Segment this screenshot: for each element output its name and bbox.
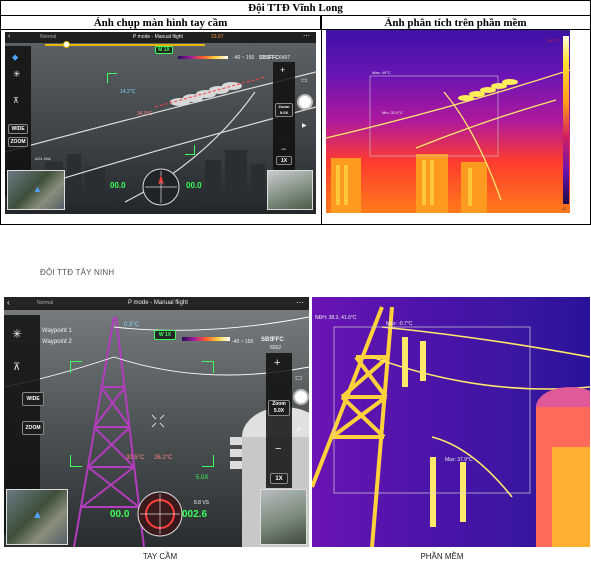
vertical-speed-2: 002.6 [182, 509, 208, 520]
top-status-bar-2: ‹ Normal P mode - Manual flight ⋯ [4, 297, 309, 310]
caption-left: TAY CẦM [142, 552, 178, 561]
top-temp-readout-2: 0.3°C [124, 322, 140, 328]
sbs-label[interactable]: SBS [259, 55, 269, 61]
zoom-1x-button-2[interactable]: 1X [270, 473, 288, 484]
palette-range: -40 ~ 150 [233, 55, 255, 61]
horizontal-speed: 00.0 [110, 181, 126, 190]
gimbal-icon[interactable]: ⊼ [13, 96, 19, 105]
zoom-plus-icon-2[interactable]: + [274, 357, 280, 369]
horizontal-speed-2: 00.0 [110, 509, 130, 520]
back-chevron-icon-2[interactable]: ‹ [7, 298, 10, 307]
focus-frame-tl [107, 73, 117, 83]
zoom-level-value: 5.0X [279, 110, 289, 115]
top-temp-readout: 23.67 [211, 34, 224, 40]
fan-icon-2[interactable]: ✳ [12, 327, 22, 341]
thermal2-header-label: NĐH: 38.3, 41.6°C [315, 315, 357, 321]
waypoint-2-label[interactable]: Waypoint 2 [42, 339, 72, 345]
thermal-scene-1 [326, 30, 570, 213]
shutter-button[interactable] [297, 94, 313, 110]
focus-frame-br-2 [202, 455, 214, 467]
wide-button-2[interactable]: WIDE [22, 392, 44, 406]
flight-mode-label: P mode - Manual flight [133, 34, 183, 40]
thermal-scene-2 [312, 297, 590, 547]
scale-top-value: 32.9 [561, 29, 569, 34]
zoom-plus-icon[interactable]: + [280, 65, 285, 75]
zoom-level-value-2: 5.0X [273, 408, 285, 414]
playback-icon[interactable]: ▶ [302, 122, 307, 129]
min-temp-marker: Min: 31.6°C [382, 110, 403, 115]
palette-bar [178, 56, 228, 59]
playback-icon-2[interactable]: ▶ [297, 425, 302, 433]
timeline-marker[interactable] [63, 41, 70, 48]
thermal-analysis-1: Max: 49°C Min: 31.6°C [326, 30, 570, 213]
controller-screenshot-1: ‹ Normal P mode - Manual flight 23.67 ⋯ … [5, 32, 316, 214]
zoom-1x-button[interactable]: 1X [276, 156, 292, 165]
zoom-button-label-2: Zoom [272, 401, 286, 407]
focus-frame-tl-2 [70, 361, 82, 373]
wide-button[interactable]: WIDE [8, 124, 28, 134]
ffc-label-2[interactable]: FFC [272, 337, 284, 343]
altitude-small-readout: 8.8 VS [194, 500, 210, 506]
camera-switch-icon[interactable]: ⬥ [12, 52, 18, 63]
scale-bottom-value: 12 [562, 206, 567, 211]
back-chevron-icon[interactable]: ‹ [8, 33, 10, 40]
palette-bar-2 [182, 337, 230, 341]
m-lens-button[interactable]: M 1X [155, 46, 173, 54]
scale-marker-value: 33.7°C [547, 38, 560, 43]
focus-frame-br [185, 145, 195, 155]
attitude-indicator-2 [137, 491, 183, 537]
drone-position-icon: ▲ [33, 184, 42, 194]
thermal2-spot-label: Max: 37.9°C [445, 457, 473, 463]
shutter-button-2[interactable] [293, 389, 309, 405]
controller-screenshot-2: ‹ Normal P mode - Manual flight ⋯ ✳ Wayp… [4, 297, 309, 547]
max-temp-readout: 14.2°C [120, 89, 136, 95]
photo-mode-icon[interactable]: ▭ [301, 76, 308, 84]
zoom-level-button[interactable]: Zoom 5.0X [275, 103, 293, 117]
flight-mode-label-2: P mode - Manual flight [128, 300, 188, 306]
gimbal-icon-2[interactable]: ⊼ [13, 362, 20, 373]
zoom-minus-icon-2[interactable]: − [275, 443, 281, 455]
left-column-header: Ảnh chụp màn hình tay cầm [1, 16, 321, 30]
temperature-scale-1 [563, 36, 569, 204]
caption-right: PHẦN MỀM [420, 552, 464, 561]
section-label-tay-ninh: ĐỘI TTĐ TÂY NINH [40, 268, 115, 277]
spot-temp-readout-2: 26.2°C [154, 455, 173, 461]
waypoint-1-label[interactable]: Waypoint 1 [42, 328, 72, 334]
zoom-mode-button[interactable]: ZOOM [8, 137, 28, 147]
attitude-indicator [142, 168, 180, 206]
altitude-label: AGL N/A [35, 156, 51, 161]
right-control-panel-2 [266, 353, 292, 488]
zoom-level-button-2[interactable]: Zoom 5.0X [268, 400, 290, 416]
table-title: Đội TTĐ Vĩnh Long [1, 1, 590, 16]
focus-frame-tr-2 [202, 361, 214, 373]
photo-counter: 6497 [279, 55, 291, 61]
top-status-bar: ‹ Normal P mode - Manual flight 23.67 ⋯ [5, 32, 316, 43]
camera-mode-label: Normal [40, 34, 57, 40]
photo-counter-2: 6502 [270, 345, 282, 351]
zoom-overlay-value: 5.0X [196, 475, 209, 481]
vertical-speed: 00.0 [186, 181, 202, 190]
right-column-header: Ảnh phân tích trên phần mềm [321, 16, 590, 30]
more-menu-icon-2[interactable]: ⋯ [296, 298, 304, 307]
max-temp-marker: Max: 49°C [372, 70, 391, 75]
focus-frame-bl-2 [70, 455, 82, 467]
photo-mode-icon-2[interactable]: ▭ [295, 373, 303, 382]
thermal2-max-label: Max: -0.7°C [386, 321, 413, 327]
drone-position-icon-2: ▲ [32, 509, 43, 521]
more-menu-icon[interactable]: ⋯ [303, 32, 310, 40]
table-divider [321, 16, 322, 224]
ffc-label[interactable]: FFC [269, 55, 279, 61]
spot-temp-readout-3: 30.5°C [126, 455, 145, 461]
palette-range-2: -40 ~ 150 [232, 339, 254, 345]
zoom-minus-icon[interactable]: − [281, 144, 286, 154]
spot-temp-readout: 34.0°C [137, 111, 153, 117]
thermal-analysis-2: NĐH: 38.3, 41.6°C Max: -0.7°C Max: 37.9°… [312, 297, 590, 547]
camera-mode-label-2: Normal [37, 300, 54, 306]
lens-button-2[interactable]: W 1X [154, 330, 176, 340]
camera-preview-2[interactable] [260, 489, 307, 545]
zoom-mode-button-2[interactable]: ZOOM [22, 421, 44, 435]
fan-icon[interactable]: ✳ [13, 69, 21, 80]
camera-preview[interactable] [267, 170, 313, 210]
